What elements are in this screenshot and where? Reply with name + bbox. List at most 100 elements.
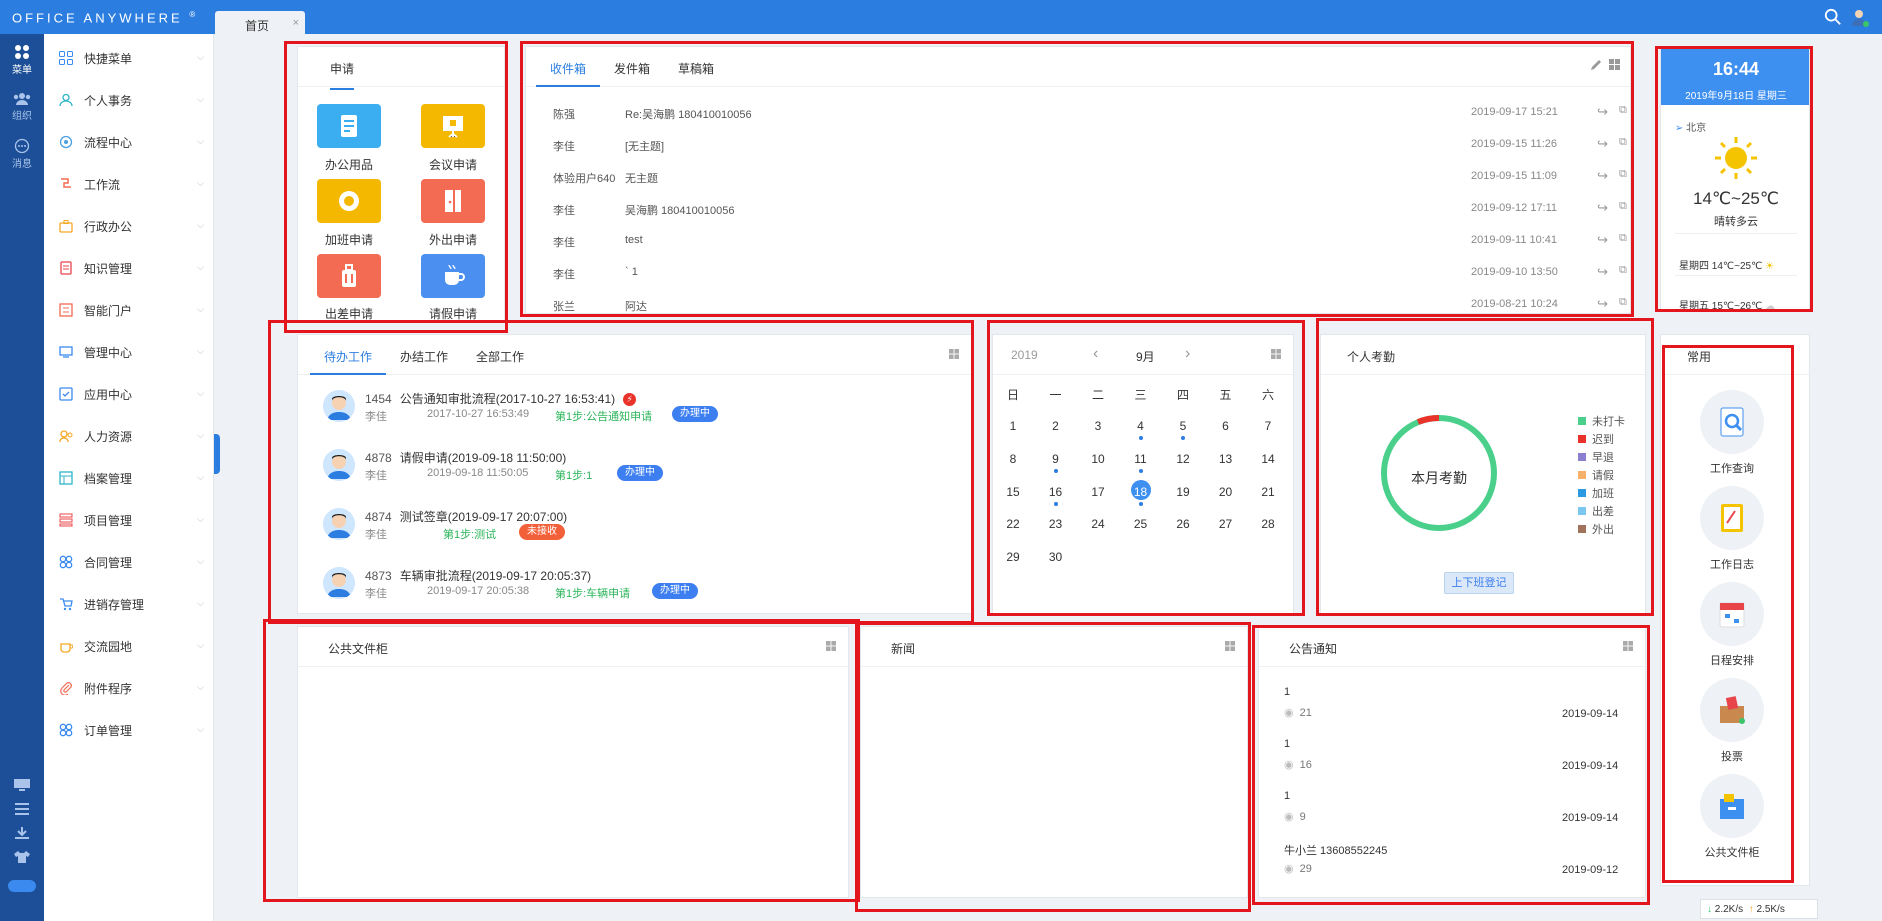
calendar-day[interactable]: 21 [1253, 485, 1283, 499]
grid-icon[interactable] [949, 349, 959, 359]
forward-icon[interactable]: ↪ [1597, 296, 1608, 312]
apply-label-supplies[interactable]: 办公用品 [299, 156, 399, 173]
calendar-day[interactable]: 12 [1168, 452, 1198, 466]
calendar-day[interactable]: 1 [998, 419, 1028, 433]
menu-collapse-handle[interactable] [214, 434, 220, 474]
menu-item-community[interactable]: 交流园地 ⌵ [44, 626, 214, 666]
toggle-icon[interactable] [8, 880, 36, 892]
nav-org[interactable]: 组织 [0, 92, 44, 122]
calendar-day[interactable]: 20 [1211, 485, 1241, 499]
door-icon[interactable] [421, 179, 485, 223]
calendar-day[interactable]: 9 [1041, 452, 1071, 466]
todo-row[interactable]: 4873 车辆审批流程(2019-09-17 20:05:37) 李佳 2019-09… [297, 561, 977, 619]
menu-item-project[interactable]: 项目管理 ⌵ [44, 500, 214, 540]
forward-icon[interactable]: ↪ [1597, 200, 1608, 216]
todo-row[interactable]: 1454 公告通知审批流程(2017-10-27 16:53:41) ⚡ 李佳 2017… [297, 384, 977, 442]
calendar-day[interactable]: 15 [998, 485, 1028, 499]
prev-month-icon[interactable]: ‹ [1093, 345, 1098, 363]
calendar-day[interactable]: 2 [1041, 419, 1071, 433]
todo-name[interactable]: 车辆审批流程(2019-09-17 20:05:37) [400, 569, 591, 583]
mail-subject[interactable]: 吴海鹏 180410010056 [625, 202, 734, 218]
notice-title[interactable]: 1 [1284, 738, 1290, 750]
tab-done[interactable]: 办结工作 [386, 335, 462, 375]
common-label-query[interactable]: 工作查询 [1682, 460, 1782, 476]
mail-subject[interactable]: test [625, 234, 643, 246]
open-external-icon[interactable]: ⧉ [1619, 104, 1627, 117]
vote-icon[interactable] [1700, 678, 1764, 742]
forward-icon[interactable]: ↪ [1597, 232, 1608, 248]
calendar-day[interactable]: 27 [1211, 517, 1241, 531]
calendar-day[interactable]: 26 [1168, 517, 1198, 531]
mail-row[interactable]: 李佳 [无主题] 2019-09-15 11:26 ↪ ⧉ [525, 128, 1635, 160]
calendar-day[interactable]: 3 [1083, 419, 1113, 433]
mail-subject[interactable]: [无主题] [625, 138, 664, 154]
edit-icon[interactable] [1590, 59, 1602, 71]
menu-item-knowledge[interactable]: 知识管理 ⌵ [44, 248, 214, 288]
calendar-day[interactable]: 25 [1126, 517, 1156, 531]
grid-icon[interactable] [826, 641, 836, 651]
calendar-day[interactable]: 16 [1041, 485, 1071, 499]
grid-icon[interactable] [1623, 641, 1633, 651]
todo-title[interactable]: 1454 公告通知审批流程(2017-10-27 16:53:41) ⚡ [365, 390, 637, 407]
presentation-icon[interactable] [421, 104, 485, 148]
calendar-day[interactable]: 14 [1253, 452, 1283, 466]
user-avatar-icon[interactable] [1850, 8, 1870, 28]
calendar-day[interactable]: 13 [1211, 452, 1241, 466]
mail-row[interactable]: 李佳 ` 1 2019-09-10 13:50 ↪ ⧉ [525, 256, 1635, 288]
open-external-icon[interactable]: ⧉ [1619, 232, 1627, 245]
menu-item-portal[interactable]: 智能门户 ⌵ [44, 290, 214, 330]
calendar-day[interactable]: 24 [1083, 517, 1113, 531]
download-icon[interactable] [13, 826, 31, 840]
calendar-day[interactable]: 4 [1126, 419, 1156, 433]
menu-item-contract[interactable]: 合同管理 ⌵ [44, 542, 214, 582]
todo-title[interactable]: 4874 测试签章(2019-09-17 20:07:00) [365, 508, 567, 525]
calendar-day[interactable]: 8 [998, 452, 1028, 466]
forward-icon[interactable]: ↪ [1597, 104, 1608, 120]
coffee-icon[interactable] [421, 254, 485, 298]
mail-subject[interactable]: 阿达 [625, 298, 647, 314]
menu-item-app-center[interactable]: 应用中心 ⌵ [44, 374, 214, 414]
calendar-day[interactable]: 22 [998, 517, 1028, 531]
apply-label-overtime[interactable]: 加班申请 [299, 231, 399, 248]
menu-item-admin[interactable]: 行政办公 ⌵ [44, 206, 214, 246]
common-label-journal[interactable]: 工作日志 [1682, 556, 1782, 572]
menu-item-manage[interactable]: 管理中心 ⌵ [44, 332, 214, 372]
calendar-day[interactable]: 17 [1083, 485, 1113, 499]
open-external-icon[interactable]: ⧉ [1619, 136, 1627, 149]
apply-label-leave[interactable]: 请假申请 [403, 305, 503, 322]
notice-title[interactable]: 1 [1284, 686, 1290, 698]
tab-home[interactable]: 首页 × [215, 11, 305, 35]
menu-item-hr[interactable]: 人力资源 ⌵ [44, 416, 214, 456]
menu-item-order[interactable]: 订单管理 ⌵ [44, 710, 214, 750]
common-label-schedule[interactable]: 日程安排 [1682, 652, 1782, 668]
calendar-day[interactable]: 7 [1253, 419, 1283, 433]
open-external-icon[interactable]: ⧉ [1619, 296, 1627, 309]
calendar-day[interactable]: 28 [1253, 517, 1283, 531]
calendar-day[interactable]: 23 [1041, 517, 1071, 531]
tab-sent[interactable]: 发件箱 [600, 47, 664, 87]
todo-name[interactable]: 公告通知审批流程(2017-10-27 16:53:41) [400, 392, 615, 406]
nav-menu[interactable]: 菜单 [0, 44, 44, 76]
forward-icon[interactable]: ↪ [1597, 264, 1608, 280]
clock-icon[interactable] [317, 179, 381, 223]
todo-title[interactable]: 4878 请假申请(2019-09-18 11:50:00) [365, 449, 566, 466]
grid-icon[interactable] [1609, 59, 1620, 70]
tab-all[interactable]: 全部工作 [462, 335, 538, 375]
calendar-day[interactable]: 5 [1168, 419, 1198, 433]
todo-name[interactable]: 测试签章(2019-09-17 20:07:00) [400, 510, 567, 524]
grid-icon[interactable] [1271, 349, 1281, 359]
journal-icon[interactable] [1700, 486, 1764, 550]
search-icon[interactable] [1824, 8, 1842, 26]
common-label-vote[interactable]: 投票 [1682, 748, 1782, 764]
mail-subject[interactable]: Re:吴海鹏 180410010056 [625, 106, 752, 122]
notice-title[interactable]: 1 [1284, 790, 1290, 802]
mail-row[interactable]: 体验用户640 无主题 2019-09-15 11:09 ↪ ⧉ [525, 160, 1635, 192]
next-month-icon[interactable]: › [1185, 345, 1190, 363]
doc-search-icon[interactable] [1700, 390, 1764, 454]
checkin-button[interactable]: 上下班登记 [1444, 572, 1514, 594]
apply-label-outing[interactable]: 外出申请 [403, 231, 503, 248]
mail-row[interactable]: 李佳 吴海鹏 180410010056 2019-09-12 17:11 ↪ ⧉ [525, 192, 1635, 224]
menu-item-shortcut[interactable]: 快捷菜单 ⌵ [44, 38, 214, 78]
cabinet-icon[interactable] [1700, 774, 1764, 838]
menu-item-archive[interactable]: 档案管理 ⌵ [44, 458, 214, 498]
